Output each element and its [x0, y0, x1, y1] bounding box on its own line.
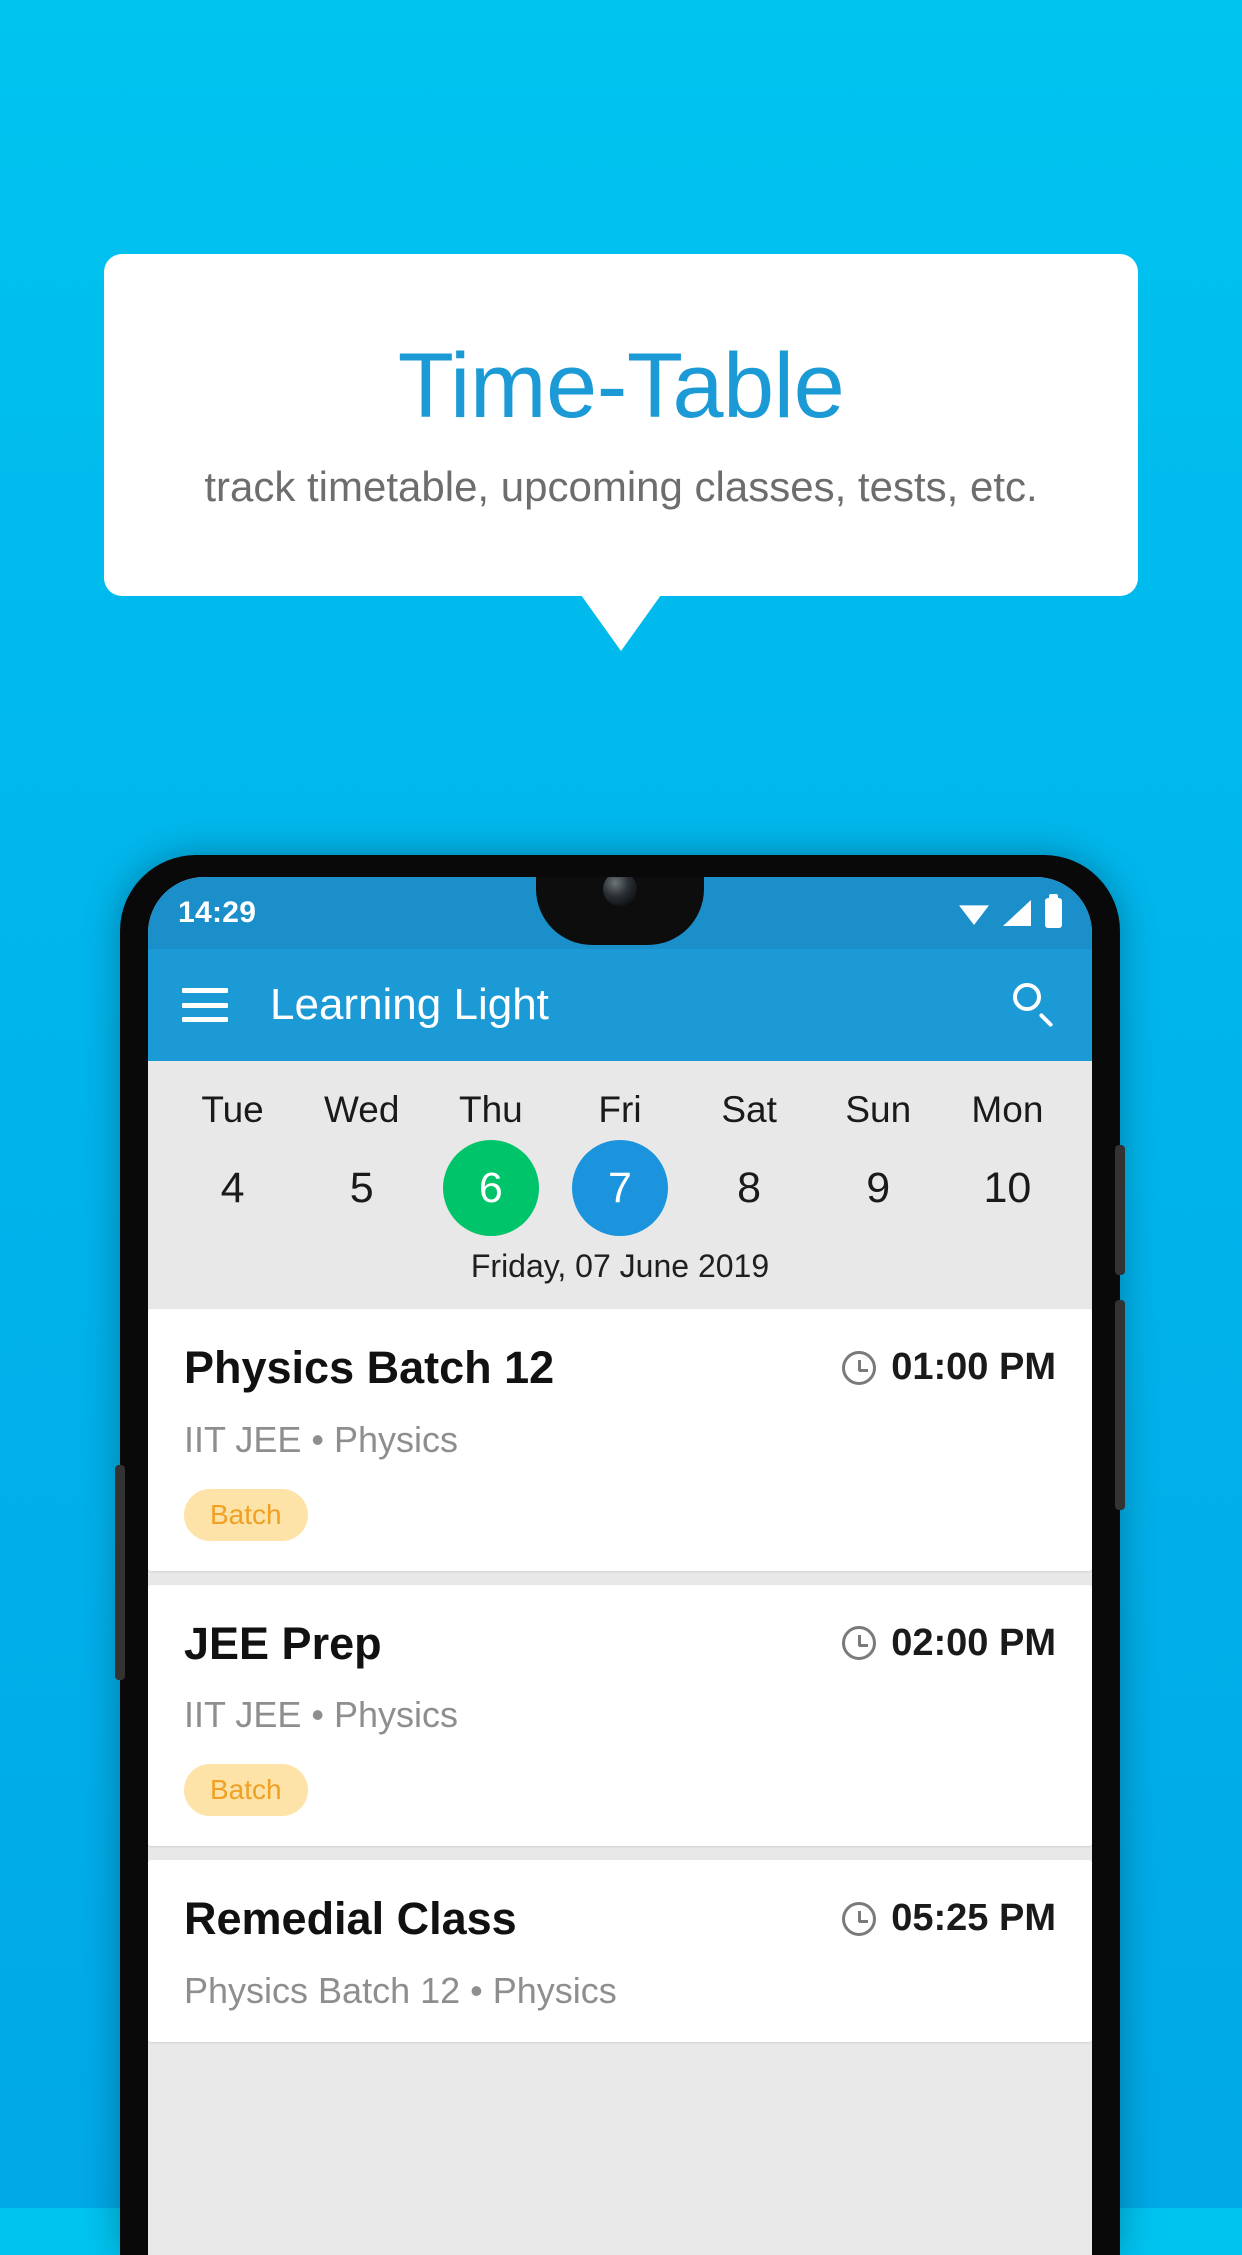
day-column-tue[interactable]: Tue 4 [168, 1071, 297, 1236]
phone-side-button-left[interactable] [115, 1465, 125, 1680]
promo-title: Time-Table [397, 334, 845, 437]
class-time: 02:00 PM [891, 1621, 1056, 1664]
clock-icon [842, 1626, 877, 1661]
class-subtitle: Physics Batch 12 • Physics [184, 1969, 617, 2011]
hamburger-menu-icon[interactable] [182, 988, 228, 1022]
class-time-group: 01:00 PM [842, 1346, 1056, 1389]
phone-device-frame: 14:29 Learning Light Tue 4 Wed 5 Thu 6 F… [115, 855, 1125, 2255]
wifi-icon [959, 905, 989, 925]
class-time: 05:25 PM [891, 1897, 1056, 1940]
class-card-header: Physics Batch 12 01:00 PM [184, 1343, 1056, 1393]
class-time-group: 02:00 PM [842, 1622, 1056, 1665]
class-tag-badge: Batch [184, 1764, 308, 1816]
date-strip: Tue 4 Wed 5 Thu 6 Fri 7 Sat 8 Sun 9 Mon … [148, 1061, 1092, 1307]
day-number: 10 [983, 1163, 1032, 1212]
promo-bubble: Time-Table track timetable, upcoming cla… [104, 254, 1138, 596]
day-column-wed[interactable]: Wed 5 [297, 1071, 426, 1236]
day-number: 5 [349, 1163, 374, 1212]
selected-date-label: Friday, 07 June 2019 [470, 1248, 770, 1284]
day-number: 9 [866, 1163, 891, 1212]
week-day-row: Tue 4 Wed 5 Thu 6 Fri 7 Sat 8 Sun 9 Mon … [148, 1071, 1092, 1236]
class-time: 01:00 PM [891, 1346, 1056, 1389]
day-number: 4 [220, 1163, 245, 1212]
promo-bubble-tail [581, 595, 661, 651]
class-title: Physics Batch 12 [184, 1342, 555, 1393]
class-subtitle: IIT JEE • Physics [184, 1418, 459, 1460]
class-card[interactable]: JEE Prep 02:00 PM IIT JEE • Physics Batc… [148, 1584, 1092, 1846]
class-card-header: Remedial Class 05:25 PM [184, 1894, 1056, 1944]
class-tag-row: Batch [184, 1764, 1056, 1816]
signal-icon [1003, 900, 1031, 926]
class-card[interactable]: Remedial Class 05:25 PM Physics Batch 12… [148, 1860, 1092, 2042]
day-name: Sat [721, 1089, 777, 1130]
search-icon[interactable] [1010, 981, 1058, 1029]
day-column-sun[interactable]: Sun 9 [814, 1071, 943, 1236]
app-title: Learning Light [270, 980, 549, 1029]
day-name: Fri [598, 1089, 642, 1130]
class-title: JEE Prep [184, 1617, 382, 1669]
clock-icon [842, 1901, 877, 1936]
class-card[interactable]: Physics Batch 12 01:00 PM IIT JEE • Phys… [148, 1309, 1092, 1571]
status-bar-clock: 14:29 [178, 896, 257, 929]
day-name: Wed [324, 1089, 400, 1130]
day-name: Mon [971, 1089, 1044, 1130]
app-bar: Learning Light [148, 949, 1092, 1061]
class-tag-row: Batch [184, 1488, 1056, 1541]
day-name: Tue [201, 1089, 264, 1130]
day-name: Sun [845, 1089, 912, 1130]
phone-power-button[interactable] [1115, 1145, 1125, 1275]
promo-subtitle: track timetable, upcoming classes, tests… [204, 463, 1038, 511]
status-bar-icons [959, 894, 1062, 928]
phone-screen: 14:29 Learning Light Tue 4 Wed 5 Thu 6 F… [148, 877, 1092, 2255]
battery-icon [1045, 894, 1062, 928]
class-time-group: 05:25 PM [842, 1897, 1056, 1940]
day-column-mon[interactable]: Mon 10 [943, 1071, 1072, 1236]
day-name: Thu [458, 1089, 523, 1130]
day-number-today: 6 [442, 1140, 539, 1236]
class-card-header: JEE Prep 02:00 PM [184, 1617, 1056, 1669]
day-column-thu[interactable]: Thu 6 [426, 1071, 555, 1236]
clock-icon [842, 1350, 877, 1385]
day-number-selected: 7 [571, 1140, 668, 1236]
phone-volume-button[interactable] [1115, 1300, 1125, 1510]
day-column-fri[interactable]: Fri 7 [555, 1071, 684, 1236]
day-column-sat[interactable]: Sat 8 [685, 1071, 814, 1236]
class-title: Remedial Class [184, 1893, 517, 1944]
class-tag-badge: Batch [184, 1488, 308, 1541]
class-subtitle: IIT JEE • Physics [184, 1694, 459, 1735]
day-number: 8 [737, 1163, 762, 1212]
class-list: Physics Batch 12 01:00 PM IIT JEE • Phys… [148, 1307, 1092, 2042]
status-bar: 14:29 [148, 877, 1092, 949]
